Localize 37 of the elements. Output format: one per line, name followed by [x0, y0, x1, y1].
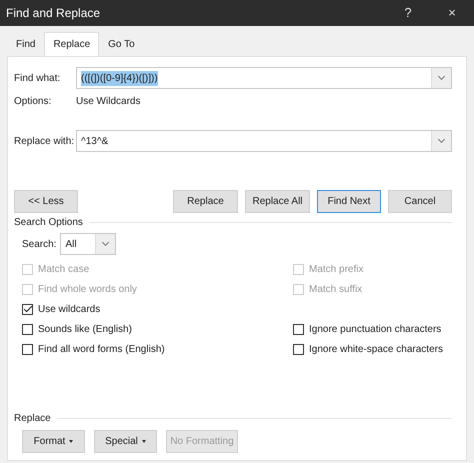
dialog-button[interactable]: Cancel: [388, 190, 452, 213]
checkbox[interactable]: [293, 324, 304, 334]
checkbox[interactable]: [22, 304, 33, 314]
window-title: Find and Replace: [6, 5, 100, 22]
checkbox[interactable]: [22, 324, 33, 334]
tab[interactable]: Go To: [99, 32, 144, 56]
checkbox-label: Match case: [38, 262, 90, 276]
checkbox-label: Find whole words only: [38, 282, 137, 296]
dialog-button[interactable]: Special: [94, 430, 157, 453]
checkbox[interactable]: [293, 344, 304, 354]
checkbox-label: Match prefix: [309, 262, 364, 276]
dialog-button[interactable]: << Less: [14, 190, 78, 213]
checkbox-label: Sounds like (English): [38, 322, 132, 336]
field-label: Replace with:: [14, 134, 76, 148]
checkbox-label: Ignore white-space characters: [309, 342, 443, 356]
dialog-button[interactable]: Replace All: [245, 190, 310, 213]
checkbox-label: Use wildcards: [38, 302, 100, 316]
group-heading: Replace: [14, 412, 51, 426]
options-label: Options:: [14, 95, 52, 109]
dialog-button[interactable]: Replace: [173, 190, 238, 213]
options-value: Use Wildcards: [76, 95, 140, 109]
checkbox-label: Ignore punctuation characters: [309, 322, 442, 336]
dialog-button[interactable]: Format: [22, 430, 85, 453]
find-what-combobox[interactable]: (([(])([0-9]{4})([)])): [76, 67, 452, 89]
replace-with-combobox[interactable]: ^13^&: [76, 130, 452, 152]
checkbox-label: Find all word forms (English): [38, 342, 165, 356]
tab[interactable]: Find: [7, 32, 44, 56]
close-button[interactable]: ×: [430, 3, 474, 23]
help-button[interactable]: ?: [386, 3, 430, 23]
field-label: Find what:: [14, 72, 62, 86]
search-label: Search:: [22, 238, 56, 252]
group-heading: Search Options: [14, 216, 83, 230]
dialog-button[interactable]: Find Next: [317, 190, 381, 213]
checkbox[interactable]: [22, 344, 33, 354]
tab[interactable]: Replace: [44, 32, 100, 56]
search-dropdown[interactable]: All: [60, 233, 116, 255]
checkbox-label: Match suffix: [309, 282, 362, 296]
